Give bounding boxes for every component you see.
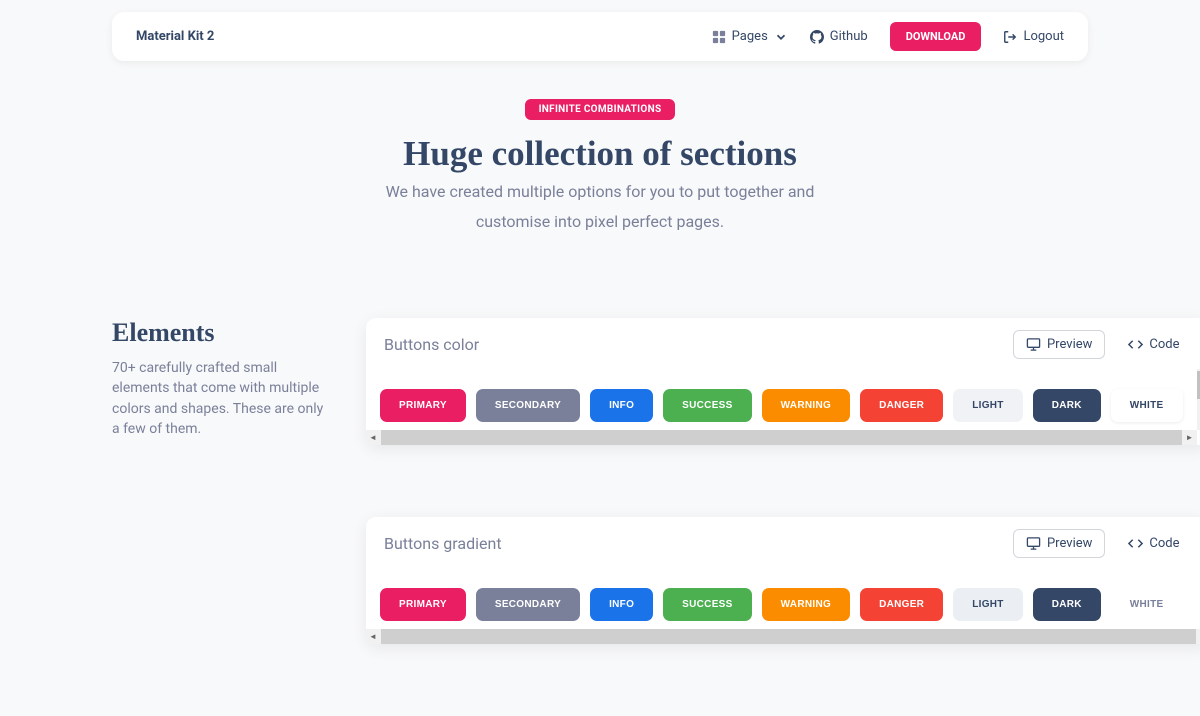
scroll-frame[interactable]: PRIMARY SECONDARY INFO SUCCESS WARNING D… <box>366 572 1200 629</box>
btn-dark[interactable]: DARK <box>1033 389 1101 422</box>
preview-label: Preview <box>1047 337 1092 352</box>
scroll-track[interactable] <box>381 629 1196 644</box>
btn-info[interactable]: INFO <box>590 588 653 621</box>
scroll-right-icon[interactable]: ► <box>1183 433 1197 442</box>
code-label: Code <box>1149 337 1179 352</box>
code-icon <box>1128 337 1143 352</box>
side-column: Elements 70+ carefully crafted small ele… <box>112 318 330 716</box>
code-label: Code <box>1149 536 1179 551</box>
preview-label: Preview <box>1047 536 1092 551</box>
preview-toggle[interactable]: Preview <box>1013 330 1105 359</box>
btn-light[interactable]: LIGHT <box>953 389 1023 422</box>
btn-danger[interactable]: DANGER <box>860 588 943 621</box>
monitor-icon <box>1026 536 1041 551</box>
nav-github[interactable]: Github <box>810 29 868 44</box>
side-desc: 70+ carefully crafted small elements tha… <box>112 358 330 439</box>
horizontal-scrollbar[interactable]: ◄ ► <box>366 629 1200 644</box>
horizontal-scrollbar[interactable]: ◄ ► <box>366 430 1197 445</box>
nav-logout-label: Logout <box>1023 29 1064 44</box>
card-buttons-gradient: Buttons gradient Preview Code PRIMARY <box>366 517 1200 644</box>
github-icon <box>810 30 824 44</box>
btn-danger[interactable]: DANGER <box>860 389 943 422</box>
toggle-group: Preview Code <box>1013 330 1193 359</box>
monitor-icon <box>1026 337 1041 352</box>
card-title: Buttons color <box>384 335 479 354</box>
main-column: Buttons color Preview Code <box>366 318 1200 716</box>
content-row: Elements 70+ carefully crafted small ele… <box>112 318 1088 716</box>
btn-secondary[interactable]: SECONDARY <box>476 389 580 422</box>
card-title: Buttons gradient <box>384 534 502 553</box>
button-row: PRIMARY SECONDARY INFO SUCCESS WARNING D… <box>380 389 1183 422</box>
card-body: PRIMARY SECONDARY INFO SUCCESS WARNING D… <box>366 369 1200 445</box>
dashboard-icon <box>712 30 726 44</box>
hero-title: Huge collection of sections <box>0 134 1200 174</box>
toggle-group: Preview Code <box>1013 529 1193 558</box>
btn-secondary[interactable]: SECONDARY <box>476 588 580 621</box>
card-header: Buttons gradient Preview Code <box>366 517 1200 568</box>
scroll-left-icon[interactable]: ◄ <box>366 632 380 641</box>
preview-toggle[interactable]: Preview <box>1013 529 1105 558</box>
card-buttons-color: Buttons color Preview Code <box>366 318 1200 445</box>
btn-white[interactable]: WHITE <box>1111 588 1183 621</box>
side-title: Elements <box>112 318 330 348</box>
btn-white[interactable]: WHITE <box>1111 389 1183 422</box>
btn-warning[interactable]: WARNING <box>762 389 850 422</box>
card-header: Buttons color Preview Code <box>366 318 1200 369</box>
btn-warning[interactable]: WARNING <box>762 588 850 621</box>
btn-dark[interactable]: DARK <box>1033 588 1101 621</box>
btn-primary[interactable]: PRIMARY <box>380 588 466 621</box>
btn-success[interactable]: SUCCESS <box>663 389 751 422</box>
navbar: Material Kit 2 Pages Github DOWNLOAD Log… <box>112 12 1088 61</box>
hero-badge: INFINITE COMBINATIONS <box>525 99 676 120</box>
btn-primary[interactable]: PRIMARY <box>380 389 466 422</box>
card-body: PRIMARY SECONDARY INFO SUCCESS WARNING D… <box>366 568 1200 644</box>
btn-success[interactable]: SUCCESS <box>663 588 751 621</box>
button-row: PRIMARY SECONDARY INFO SUCCESS WARNING D… <box>380 588 1197 621</box>
hero-subtitle-line1: We have created multiple options for you… <box>0 180 1200 204</box>
scroll-track[interactable] <box>381 430 1182 445</box>
nav-pages-label: Pages <box>732 29 768 44</box>
scroll-left-icon[interactable]: ◄ <box>366 433 380 442</box>
chevron-down-icon <box>774 30 788 44</box>
code-toggle[interactable]: Code <box>1115 330 1192 359</box>
code-toggle[interactable]: Code <box>1115 529 1192 558</box>
btn-info[interactable]: INFO <box>590 389 653 422</box>
nav-github-label: Github <box>830 29 868 44</box>
brand[interactable]: Material Kit 2 <box>136 29 214 44</box>
logout-icon <box>1003 30 1017 44</box>
hero: INFINITE COMBINATIONS Huge collection of… <box>0 97 1200 234</box>
download-button[interactable]: DOWNLOAD <box>890 22 982 51</box>
nav-right: Pages Github DOWNLOAD Logout <box>712 22 1064 51</box>
scroll-right-icon[interactable]: ► <box>1197 632 1200 641</box>
code-icon <box>1128 536 1143 551</box>
scroll-frame[interactable]: PRIMARY SECONDARY INFO SUCCESS WARNING D… <box>366 373 1197 430</box>
vertical-scrollbar[interactable] <box>1197 369 1200 430</box>
nav-logout[interactable]: Logout <box>1003 29 1064 44</box>
hero-subtitle-line2: customise into pixel perfect pages. <box>0 210 1200 234</box>
btn-light[interactable]: LIGHT <box>953 588 1023 621</box>
scroll-thumb[interactable] <box>1197 371 1200 399</box>
nav-pages[interactable]: Pages <box>712 29 788 44</box>
